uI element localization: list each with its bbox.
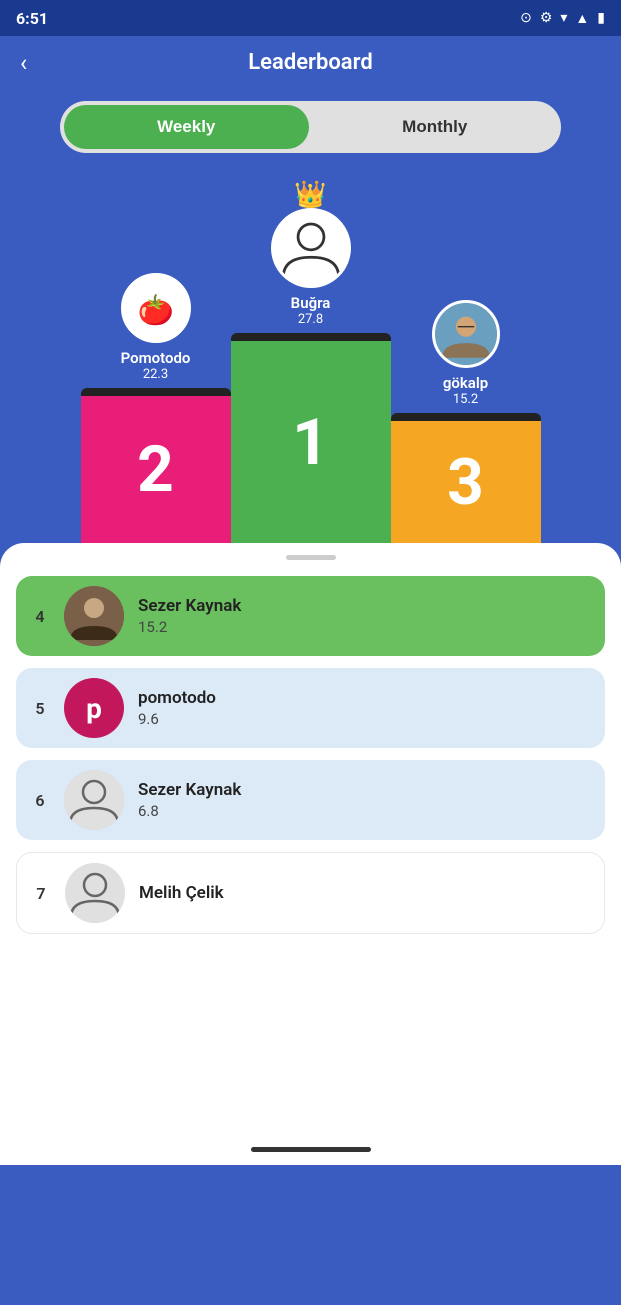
bottom-nav — [0, 1133, 621, 1165]
rank-5: 5 — [30, 699, 50, 718]
third-rank-number: 3 — [447, 445, 484, 520]
home-indicator — [251, 1147, 371, 1152]
podium-area: 🍅 Pomotodo 22.3 2 👑 Buğra 27.8 1 — [0, 173, 621, 543]
first-avatar — [271, 208, 351, 288]
sezer-avatar-6 — [64, 770, 124, 830]
second-avatar: 🍅 — [121, 273, 191, 343]
list-item: 6 Sezer Kaynak 6.8 — [16, 760, 605, 840]
third-avatar — [432, 300, 500, 368]
first-bar: 1 — [231, 333, 391, 543]
list-item: 5 p pomotodo 9.6 — [16, 668, 605, 748]
first-score: 27.8 — [298, 312, 323, 327]
rank-4: 4 — [30, 607, 50, 626]
second-score: 22.3 — [143, 367, 168, 382]
melih-info-7: Melih Çelik — [139, 883, 590, 903]
sheet-handle — [286, 555, 336, 560]
second-rank-number: 2 — [137, 432, 174, 507]
pomotodo-letter-icon: p — [86, 692, 102, 725]
wifi-icon: ▾ — [560, 10, 567, 26]
podium-second: 🍅 Pomotodo 22.3 2 — [81, 273, 231, 543]
monthly-tab[interactable]: Monthly — [313, 105, 558, 149]
toggle-pill: Weekly Monthly — [60, 101, 561, 153]
crown-icon: 👑 — [294, 180, 326, 210]
list-item: 7 Melih Çelik — [16, 852, 605, 934]
list-name-6: Sezer Kaynak — [138, 780, 591, 800]
settings-icon: ⚙ — [540, 10, 553, 26]
melih-avatar-7 — [65, 863, 125, 923]
list-name-4: Sezer Kaynak — [138, 596, 591, 616]
person-icon-7 — [65, 863, 125, 923]
third-name: gökalp — [443, 374, 488, 392]
list-item: 4 Sezer Kaynak 15.2 — [16, 576, 605, 656]
weekly-tab[interactable]: Weekly — [64, 105, 309, 149]
rank-7: 7 — [31, 884, 51, 903]
first-name: Buğra — [291, 294, 331, 312]
spotify-icon: ⊙ — [520, 10, 532, 26]
list-name-7: Melih Çelik — [139, 883, 590, 903]
list-score-5: 9.6 — [138, 710, 591, 728]
status-icons: ⊙ ⚙ ▾ ▲ ▮ — [520, 10, 605, 27]
third-bar: 3 — [391, 413, 541, 543]
status-bar: 6:51 ⊙ ⚙ ▾ ▲ ▮ — [0, 0, 621, 36]
list-name-5: pomotodo — [138, 688, 591, 708]
svg-text:🍅: 🍅 — [137, 293, 173, 328]
battery-icon: ▮ — [597, 10, 605, 26]
podium-first: 👑 Buğra 27.8 1 — [231, 208, 391, 543]
second-name: Pomotodo — [121, 349, 191, 367]
pomotodo-avatar-5: p — [64, 678, 124, 738]
sezer-avatar-4 — [64, 586, 124, 646]
rank-6: 6 — [30, 791, 50, 810]
sezer-info-6: Sezer Kaynak 6.8 — [138, 780, 591, 820]
pomotodo-info-5: pomotodo 9.6 — [138, 688, 591, 728]
gokalp-photo-icon — [435, 300, 497, 368]
first-rank-number: 1 — [292, 405, 329, 480]
third-score: 15.2 — [453, 392, 478, 407]
back-button[interactable]: ‹ — [20, 49, 27, 77]
sezer-photo-icon-4 — [64, 586, 124, 646]
pomotodo-logo-icon: 🍅 — [124, 273, 188, 343]
second-bar: 2 — [81, 388, 231, 543]
person-icon-6 — [64, 770, 124, 830]
bottom-sheet: 4 Sezer Kaynak 15.2 5 p pomotodo 9.6 6 — [0, 543, 621, 1133]
list-score-4: 15.2 — [138, 618, 591, 636]
first-person-icon — [274, 208, 348, 288]
header: ‹ Leaderboard — [0, 36, 621, 89]
list-score-6: 6.8 — [138, 802, 591, 820]
podium-third: gökalp 15.2 3 — [391, 300, 541, 543]
page-title: Leaderboard — [248, 50, 372, 75]
signal-icon: ▲ — [575, 10, 589, 27]
status-time: 6:51 — [16, 9, 48, 28]
sezer-info-4: Sezer Kaynak 15.2 — [138, 596, 591, 636]
toggle-container: Weekly Monthly — [0, 89, 621, 173]
